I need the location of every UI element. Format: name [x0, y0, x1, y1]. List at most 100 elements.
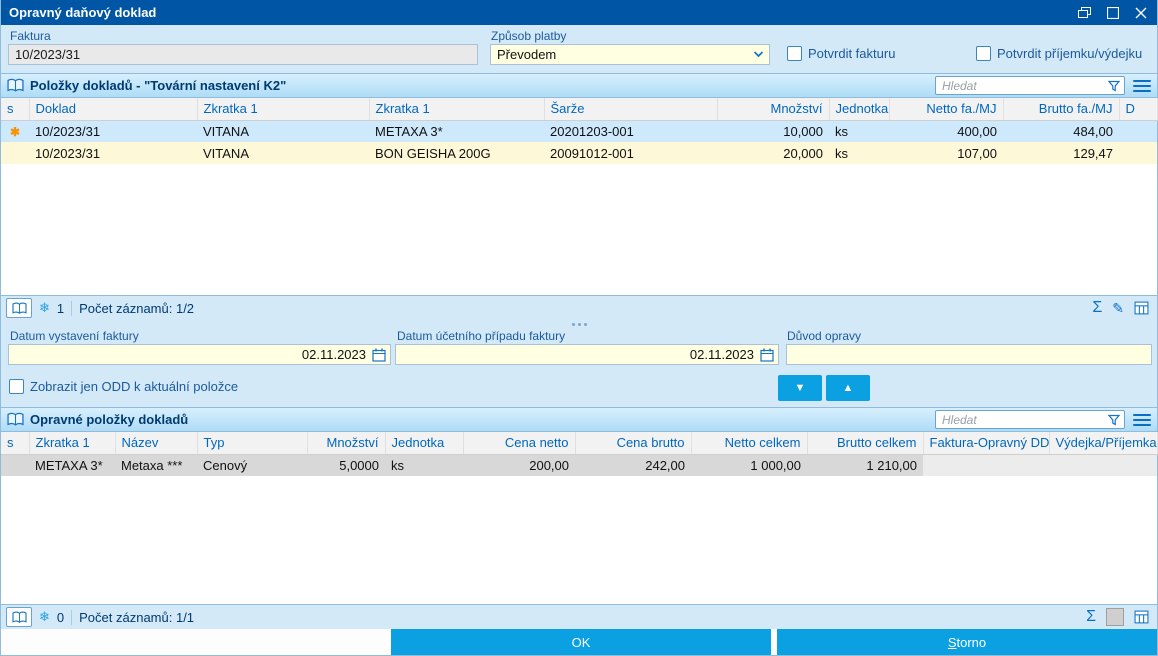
table-row[interactable]: METAXA 3* Metaxa *** Cenový 5,0000 ks 20…: [1, 454, 1157, 476]
document-items-panel: Položky dokladů - "Tovární nastavení K2"…: [1, 73, 1158, 320]
items-status-actions: Σ ✎: [1092, 299, 1149, 317]
faktura-label: Faktura: [10, 29, 51, 43]
col-zkratka1b[interactable]: Zkratka 1: [369, 98, 545, 121]
payment-method-value: Převodem: [497, 47, 557, 62]
edit-icon[interactable]: ✎: [1112, 300, 1124, 317]
col-doklad[interactable]: Doklad: [29, 98, 198, 121]
col-zkratka1[interactable]: Zkratka 1: [29, 432, 116, 455]
cell-zkratka1: METAXA 3*: [29, 454, 115, 476]
confirm-receipt-label: Potvrdit příjemku/výdejku: [997, 46, 1143, 61]
col-s[interactable]: s: [1, 432, 30, 455]
close-icon[interactable]: [1135, 7, 1147, 19]
issue-date-field[interactable]: 02.11.2023: [8, 344, 391, 365]
top-form: Faktura 10/2023/31 Způsob platby Převode…: [1, 25, 1157, 73]
col-jednotka[interactable]: Jednotka: [829, 98, 890, 121]
ok-button-label: OK: [571, 634, 591, 650]
move-down-button[interactable]: ▼: [778, 375, 822, 401]
cell-cena-brutto: 242,00: [575, 454, 691, 476]
col-faktura-odd[interactable]: Faktura-Opravný DD: [923, 432, 1050, 455]
filter-icon[interactable]: [1108, 80, 1120, 92]
col-typ[interactable]: Typ: [197, 432, 308, 455]
cell-doklad: 10/2023/31: [29, 142, 197, 164]
col-brutto[interactable]: Brutto fa./MJ: [1003, 98, 1120, 121]
items-header-row: s Doklad Zkratka 1 Zkratka 1 Šarže Množs…: [1, 98, 1158, 121]
col-netto-celkem[interactable]: Netto celkem: [691, 432, 808, 455]
record-count-label: Počet záznamů: 1/1: [79, 609, 195, 625]
correction-items-header: Opravné položky dokladů: [1, 408, 1157, 432]
restore-icon[interactable]: [1078, 6, 1091, 19]
cell-mnozstvi: 10,000: [717, 120, 829, 142]
col-cena-netto[interactable]: Cena netto: [463, 432, 576, 455]
cell-cena-netto: 200,00: [463, 454, 575, 476]
cell-zkratka2: METAXA 3*: [369, 120, 544, 142]
middle-form: Datum vystavení faktury 02.11.2023 Datum…: [1, 329, 1157, 369]
corrections-table-empty-area: [1, 476, 1157, 604]
col-sarze[interactable]: Šarže: [544, 98, 718, 121]
move-up-button[interactable]: ▲: [826, 375, 870, 401]
maximize-icon[interactable]: [1107, 6, 1119, 19]
col-cena-brutto[interactable]: Cena brutto: [575, 432, 692, 455]
accounting-date-field[interactable]: 02.11.2023: [395, 344, 779, 365]
corrections-search-box: [935, 410, 1125, 429]
book-icon: [7, 78, 24, 93]
col-mnozstvi[interactable]: Množství: [717, 98, 830, 121]
calendar-icon[interactable]: [372, 348, 386, 362]
col-netto[interactable]: Netto fa./MJ: [889, 98, 1004, 121]
cell-jednotka: ks: [829, 120, 889, 142]
document-items-header: Položky dokladů - "Tovární nastavení K2": [1, 74, 1157, 98]
confirm-invoice-checkbox[interactable]: [787, 46, 802, 61]
items-search-input[interactable]: [942, 78, 1104, 93]
accounting-date-label: Datum účetního případu faktury: [397, 329, 566, 343]
cell-d: [1119, 120, 1157, 142]
sum-icon[interactable]: Σ: [1086, 608, 1096, 626]
options-row: Zobrazit jen ODD k aktuální položce ▼ ▲: [1, 369, 1157, 407]
table-row[interactable]: ✱ 10/2023/31 VITANA METAXA 3* 20201203-0…: [1, 120, 1157, 142]
book-view-button[interactable]: [6, 607, 32, 627]
confirm-receipt-checkbox[interactable]: [976, 46, 991, 61]
col-mnozstvi[interactable]: Množství: [307, 432, 386, 455]
document-items-title: Položky dokladů - "Tovární nastavení K2": [30, 78, 287, 93]
cell-sarze: 20201203-001: [544, 120, 717, 142]
items-menu-icon[interactable]: [1133, 78, 1151, 94]
dropdown-arrow-icon[interactable]: [752, 48, 765, 61]
show-odd-checkbox-group: Zobrazit jen ODD k aktuální položce: [9, 379, 238, 394]
cell-netto-celkem: 1 000,00: [691, 454, 807, 476]
frozen-count: 0: [56, 609, 65, 625]
faktura-value: 10/2023/31: [15, 47, 81, 62]
corrections-search-input[interactable]: [942, 412, 1104, 427]
col-zkratka1[interactable]: Zkratka 1: [197, 98, 370, 121]
grid-settings-icon[interactable]: [1134, 610, 1149, 624]
cell-netto: 107,00: [889, 142, 1003, 164]
corrections-menu-icon[interactable]: [1133, 412, 1151, 428]
cell-jednotka: ks: [829, 142, 889, 164]
col-brutto-celkem[interactable]: Brutto celkem: [807, 432, 924, 455]
col-vydejka[interactable]: Výdejka/Příjemka: [1049, 432, 1158, 455]
table-row[interactable]: 10/2023/31 VITANA BON GEISHA 200G 200910…: [1, 142, 1157, 164]
cell-d: [1119, 142, 1157, 164]
calendar-icon[interactable]: [760, 348, 774, 362]
record-count-label: Počet záznamů: 1/2: [79, 300, 195, 316]
show-odd-checkbox[interactable]: [9, 379, 24, 394]
book-icon: [7, 412, 24, 427]
payment-method-select[interactable]: Převodem: [490, 44, 770, 65]
ok-button[interactable]: OK: [391, 629, 771, 655]
cell-mnozstvi: 20,000: [717, 142, 829, 164]
grid-settings-icon[interactable]: [1134, 301, 1149, 315]
filter-icon[interactable]: [1108, 414, 1120, 426]
divider: [71, 300, 73, 316]
storno-button[interactable]: Storno: [777, 629, 1157, 655]
book-view-button[interactable]: [6, 298, 32, 318]
col-nazev[interactable]: Název: [115, 432, 198, 455]
correction-items-title: Opravné položky dokladů: [30, 412, 189, 427]
col-jednotka[interactable]: Jednotka: [385, 432, 464, 455]
footer-spacer: [1, 629, 385, 655]
sum-icon[interactable]: Σ: [1092, 299, 1102, 317]
record-flag-icon: ✱: [9, 124, 21, 139]
corrections-header-row: s Zkratka 1 Název Typ Množství Jednotka …: [1, 432, 1158, 455]
splitter-handle[interactable]: [1, 320, 1157, 329]
correction-reason-field[interactable]: [786, 344, 1152, 365]
col-d[interactable]: D: [1119, 98, 1158, 121]
col-s[interactable]: s: [1, 98, 30, 121]
faktura-field[interactable]: 10/2023/31: [8, 44, 478, 65]
cell-netto: 400,00: [889, 120, 1003, 142]
